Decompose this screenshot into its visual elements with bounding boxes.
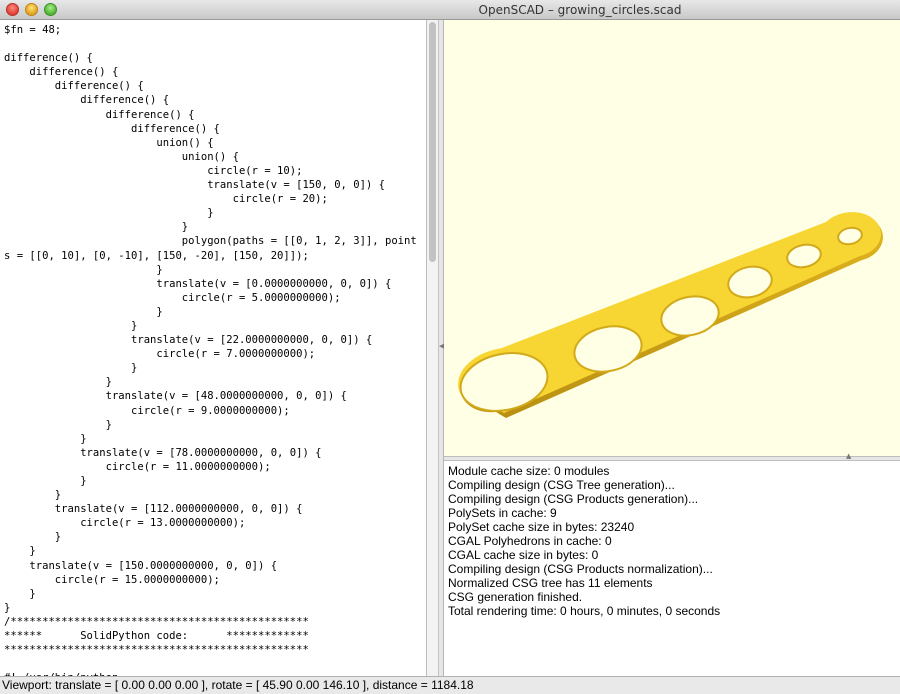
viewport-status-text: Viewport: translate = [ 0.00 0.00 0.00 ]…: [2, 678, 474, 692]
console-line: Compiling design (CSG Tree generation)..…: [448, 478, 675, 492]
console-line: CSG generation finished.: [448, 590, 583, 604]
splitter-grip-icon: ▲: [846, 452, 852, 460]
console-line: PolySet cache size in bytes: 23240: [448, 520, 635, 534]
console-lines: Module cache size: 0 modules Compiling de…: [444, 461, 900, 618]
render-canvas[interactable]: [444, 20, 900, 456]
console-line: CGAL cache size in bytes: 0: [448, 548, 599, 562]
console-line: CGAL Polyhedrons in cache: 0: [448, 534, 612, 548]
editor-scrollbar[interactable]: [427, 20, 439, 676]
code-editor[interactable]: $fn = 48; difference() { difference() { …: [0, 20, 427, 676]
window-title: OpenSCAD – growing_circles.scad: [478, 3, 682, 17]
editor-scrollbar-thumb[interactable]: [429, 22, 436, 262]
console-line: Compiling design (CSG Products generatio…: [448, 492, 699, 506]
code-text[interactable]: $fn = 48; difference() { difference() { …: [0, 20, 426, 676]
console-line: Module cache size: 0 modules: [448, 464, 610, 478]
title-bar: OpenSCAD – growing_circles.scad: [0, 0, 900, 20]
console-output[interactable]: Module cache size: 0 modules Compiling de…: [444, 461, 900, 676]
status-bar: Viewport: translate = [ 0.00 0.00 0.00 ]…: [0, 676, 900, 694]
console-line: Total rendering time: 0 hours, 0 minutes…: [448, 604, 721, 618]
console-line: PolySets in cache: 9: [448, 506, 557, 520]
3d-viewport[interactable]: [444, 20, 900, 456]
console-line: Normalized CSG tree has 11 elements: [448, 576, 653, 590]
console-line: Compiling design (CSG Products normaliza…: [448, 562, 713, 576]
